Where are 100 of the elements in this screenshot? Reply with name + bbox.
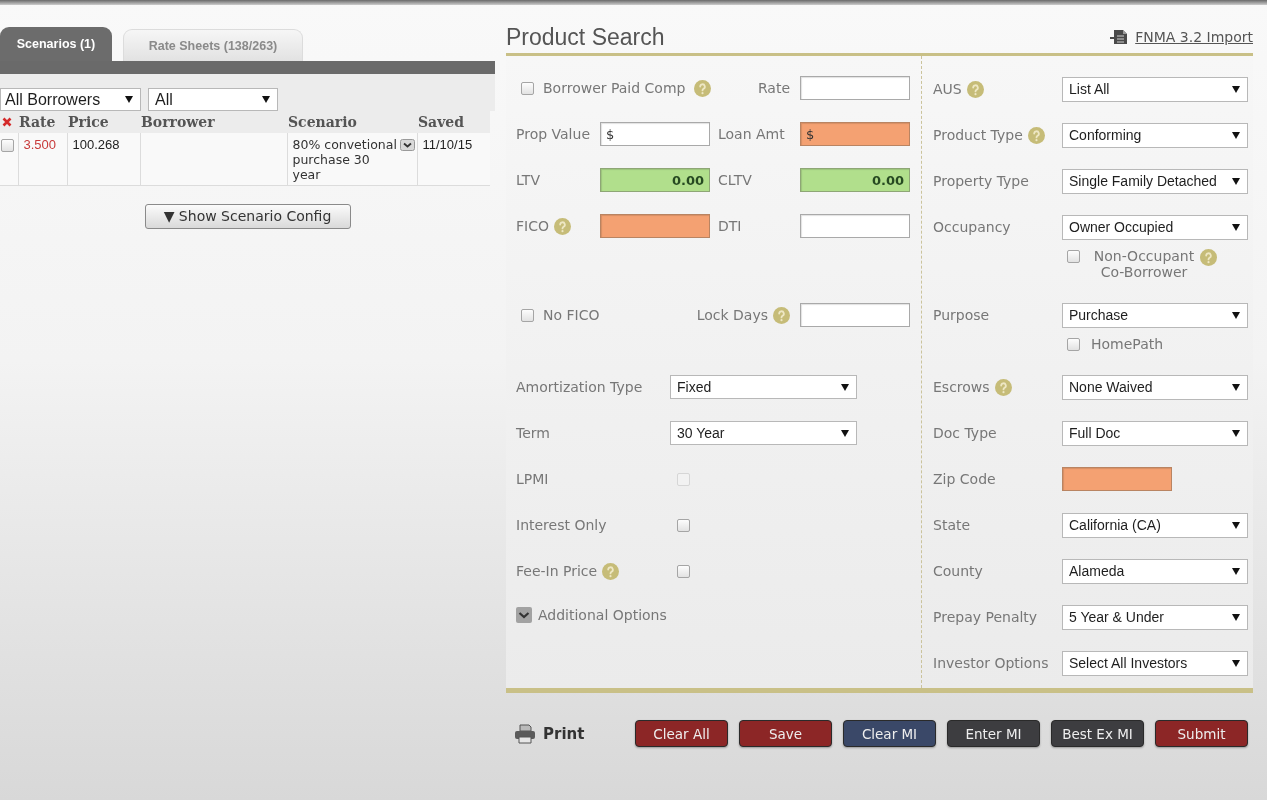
column-header[interactable]: Rate	[18, 111, 67, 133]
column-header[interactable]: Price	[67, 111, 140, 133]
help-icon[interactable]	[602, 562, 620, 580]
text-field[interactable]	[800, 214, 910, 238]
field-label: State	[933, 517, 971, 533]
help-icon[interactable]	[1200, 249, 1217, 266]
show-config-button[interactable]: ▼ Show Scenario Config	[144, 203, 351, 229]
delete-icon[interactable]	[2, 117, 12, 127]
field-label: Rate	[757, 80, 790, 96]
field-label: County	[933, 563, 983, 579]
action-button[interactable]: Save	[739, 720, 832, 747]
filter-dropdown[interactable]: All	[148, 88, 278, 111]
expander-label[interactable]: Additional Options	[538, 607, 667, 623]
dropdown[interactable]: Purchase	[1062, 302, 1248, 328]
action-button[interactable]: Enter MI	[947, 720, 1040, 747]
field-label: Doc Type	[933, 425, 997, 441]
caret-icon	[1232, 659, 1240, 667]
chevron-down-icon[interactable]	[399, 139, 415, 151]
dropdown[interactable]: Single Family Detached	[1062, 168, 1248, 194]
table-cell: 11/10/15	[417, 133, 490, 185]
field-label: CLTV	[718, 172, 752, 188]
column-header[interactable]: Scenario	[287, 111, 417, 133]
text-field[interactable]	[800, 303, 910, 327]
filter-dropdown[interactable]: All Borrowers	[0, 88, 141, 111]
field-label: Term	[516, 425, 550, 441]
action-button[interactable]: Clear All	[635, 720, 728, 747]
caret-icon	[1232, 223, 1240, 231]
dropdown[interactable]: 30 Year	[670, 421, 857, 445]
checkbox-label: No FICO	[543, 307, 600, 323]
text-field[interactable]	[600, 214, 710, 238]
caret-icon	[1232, 521, 1240, 529]
checkbox[interactable]	[1067, 338, 1080, 351]
field-label: Property Type	[933, 173, 1029, 189]
help-icon[interactable]	[966, 80, 984, 98]
help-icon[interactable]	[994, 378, 1012, 396]
caret-icon	[841, 383, 849, 391]
action-button[interactable]: Submit	[1155, 720, 1248, 747]
field-label: Fee-In Price	[516, 563, 598, 579]
field-label: Interest Only	[516, 517, 607, 533]
field-label: Investor Options	[933, 655, 1049, 671]
text-field[interactable]	[800, 76, 910, 100]
dropdown[interactable]: California (CA)	[1062, 512, 1248, 538]
field-label: DTI	[718, 218, 742, 234]
import-link[interactable]: FNMA 3.2 Import	[1135, 28, 1253, 45]
dropdown[interactable]: 5 Year & Under	[1062, 604, 1248, 630]
field-label: LTV	[516, 172, 540, 188]
text-field[interactable]: $	[600, 122, 710, 146]
checkbox-label: Borrower Paid Comp	[543, 80, 686, 96]
text-field[interactable]: 0.00	[600, 168, 710, 192]
caret-icon	[262, 96, 270, 103]
caret-icon	[1232, 613, 1240, 621]
checkbox-label: HomePath	[1091, 336, 1164, 352]
chevron-down-icon[interactable]	[516, 607, 532, 623]
field-label: Occupancy	[933, 219, 1011, 235]
field-label: Loan Amt	[718, 126, 785, 142]
print-link[interactable]: Print	[543, 724, 585, 743]
checkbox[interactable]	[677, 518, 690, 532]
dropdown[interactable]: Alameda	[1062, 558, 1248, 584]
help-icon[interactable]	[773, 306, 790, 324]
field-label: Purpose	[933, 307, 990, 323]
tab[interactable]: Scenarios (1)	[0, 27, 112, 61]
page-title: Product Search	[506, 23, 665, 50]
checkbox[interactable]	[521, 81, 534, 95]
help-icon[interactable]	[1027, 126, 1045, 144]
field-label: Product Type	[933, 127, 1023, 143]
dropdown[interactable]: List All	[1062, 76, 1248, 102]
scenario-text: 80% convetional purchase 30 year	[292, 137, 398, 182]
dropdown[interactable]: Full Doc	[1062, 420, 1248, 446]
column-header[interactable]: Borrower	[140, 111, 287, 133]
checkbox-label: Non-Occupant Co-Borrower	[1092, 248, 1196, 280]
document-icon[interactable]	[1109, 28, 1130, 45]
printer-icon[interactable]	[514, 723, 536, 744]
checkbox[interactable]	[521, 308, 534, 322]
table-cell: 3.500	[18, 133, 67, 185]
checkbox[interactable]	[1, 139, 14, 152]
help-icon[interactable]	[554, 217, 571, 235]
caret-icon	[1232, 383, 1240, 391]
caret-icon	[1232, 429, 1240, 437]
dropdown[interactable]: Conforming	[1062, 122, 1248, 148]
dropdown[interactable]: None Waived	[1062, 374, 1248, 400]
text-field[interactable]	[1062, 467, 1172, 491]
caret-icon	[1232, 131, 1240, 139]
action-button[interactable]: Best Ex MI	[1051, 720, 1144, 747]
field-label: Prepay Penalty	[933, 609, 1038, 625]
checkbox[interactable]	[677, 564, 690, 578]
text-field[interactable]: 0.00	[800, 168, 910, 192]
dropdown[interactable]: Fixed	[670, 375, 857, 399]
field-label: Prop Value	[516, 126, 590, 142]
dropdown[interactable]: Owner Occupied	[1062, 214, 1248, 240]
caret-icon	[1232, 85, 1240, 93]
field-label: Lock Days	[696, 307, 768, 323]
field-label: Zip Code	[933, 471, 996, 487]
text-field[interactable]: $	[800, 122, 910, 146]
help-icon[interactable]	[694, 79, 712, 97]
action-button[interactable]: Clear MI	[843, 720, 936, 747]
caret-icon	[1232, 311, 1240, 319]
checkbox[interactable]	[1067, 250, 1080, 263]
column-header[interactable]: Saved	[417, 111, 490, 133]
dropdown[interactable]: Select All Investors	[1062, 650, 1248, 676]
caret-icon	[841, 429, 849, 437]
